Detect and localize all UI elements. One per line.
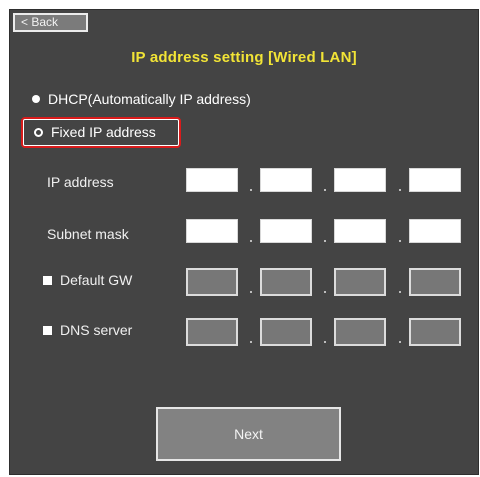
default-gw-label: Default GW xyxy=(60,272,133,288)
ip-address-separator xyxy=(324,189,326,191)
radio-dot-icon xyxy=(32,95,40,103)
ip-settings-panel: < Back IP address setting [Wired LAN] DH… xyxy=(9,9,479,475)
dns-server-separator xyxy=(250,341,252,343)
subnet-mask-octet-4[interactable] xyxy=(409,219,461,243)
subnet-mask-separator xyxy=(399,240,401,242)
subnet-mask-octet-3[interactable] xyxy=(334,219,386,243)
default-gw-octet-3[interactable] xyxy=(334,268,386,296)
default-gw-octet-1[interactable] xyxy=(186,268,238,296)
ip-address-separator xyxy=(250,189,252,191)
default-gw-octet-2[interactable] xyxy=(260,268,312,296)
default-gw-checkbox[interactable]: Default GW xyxy=(43,272,132,288)
dns-server-checkbox[interactable]: DNS server xyxy=(43,322,132,338)
checkbox-icon xyxy=(43,275,52,285)
default-gw-separator xyxy=(399,291,401,293)
subnet-mask-octet-2[interactable] xyxy=(260,219,312,243)
dns-server-octet-4[interactable] xyxy=(409,318,461,346)
back-button[interactable]: < Back xyxy=(13,13,88,32)
dhcp-radio[interactable]: DHCP(Automatically IP address) xyxy=(32,89,251,109)
dhcp-label: DHCP(Automatically IP address) xyxy=(48,91,251,107)
dns-server-separator xyxy=(399,341,401,343)
fixed-ip-radio[interactable]: Fixed IP address xyxy=(34,122,156,142)
dns-server-label: DNS server xyxy=(60,322,133,338)
ip-address-separator xyxy=(399,189,401,191)
dns-server-separator xyxy=(324,341,326,343)
subnet-mask-separator xyxy=(324,240,326,242)
page-title: IP address setting [Wired LAN] xyxy=(131,49,357,66)
dns-server-octet-2[interactable] xyxy=(260,318,312,346)
ip-address-octet-3[interactable] xyxy=(334,168,386,192)
ip-address-octet-4[interactable] xyxy=(409,168,461,192)
subnet-mask-label: Subnet mask xyxy=(47,226,129,242)
ip-address-octet-2[interactable] xyxy=(260,168,312,192)
default-gw-octet-4[interactable] xyxy=(409,268,461,296)
ip-address-label: IP address xyxy=(47,174,114,190)
dns-server-octet-1[interactable] xyxy=(186,318,238,346)
fixed-ip-label: Fixed IP address xyxy=(51,124,156,140)
default-gw-separator xyxy=(324,291,326,293)
ip-address-octet-1[interactable] xyxy=(186,168,238,192)
subnet-mask-separator xyxy=(250,240,252,242)
checkbox-icon xyxy=(43,325,52,335)
dns-server-octet-3[interactable] xyxy=(334,318,386,346)
default-gw-separator xyxy=(250,291,252,293)
next-button[interactable]: Next xyxy=(156,407,341,461)
radio-ring-icon xyxy=(34,127,43,137)
subnet-mask-octet-1[interactable] xyxy=(186,219,238,243)
